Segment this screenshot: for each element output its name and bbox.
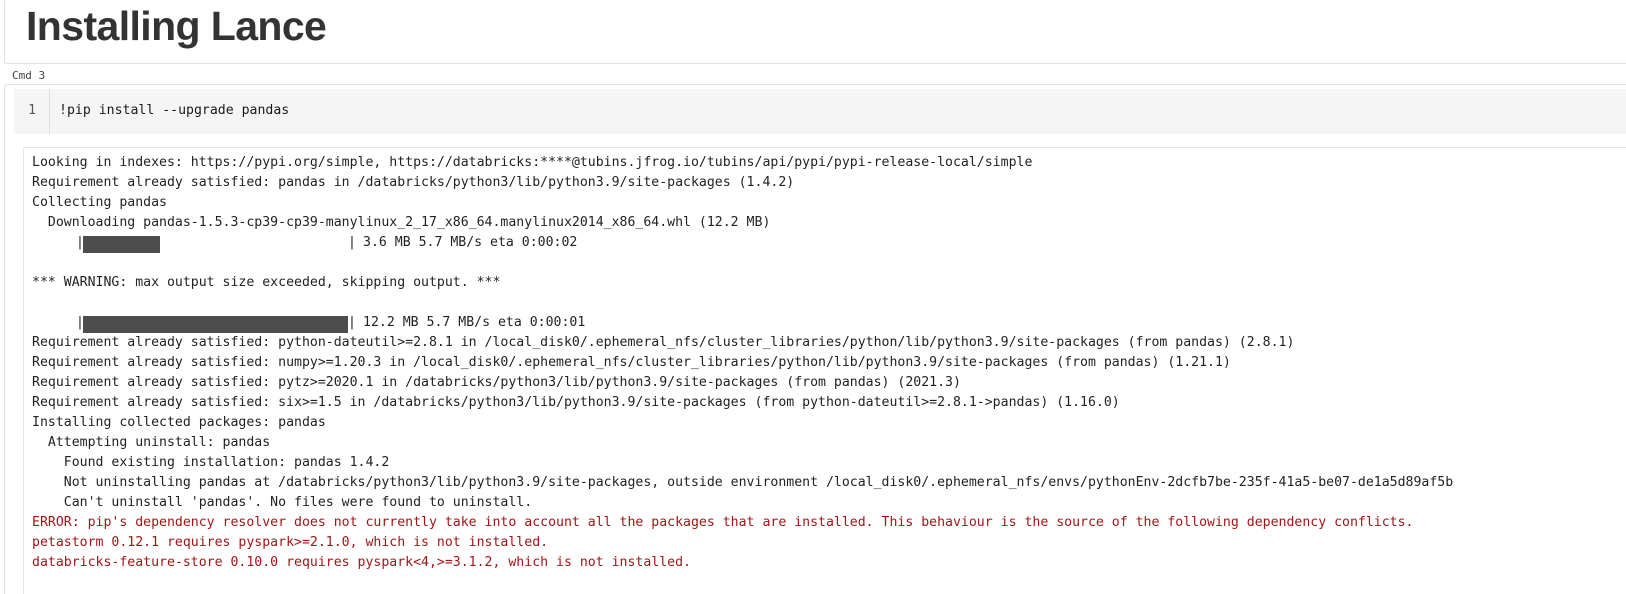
output-line: Attempting uninstall: pandas [32,435,271,450]
progress-bar-track [83,316,348,333]
output-error-line: databricks-feature-store 0.10.0 requires… [32,555,691,570]
output-line: Not uninstalling pandas at /databricks/p… [32,475,1454,490]
output-error-line: ERROR: pip's dependency resolver does no… [32,515,1414,530]
line-gutter: 1 [14,89,50,134]
output-line: Requirement already satisfied: pytz>=202… [32,375,961,390]
download-progress: | | 12.2 MB 5.7 MB/s eta 0:00:01 [32,315,585,333]
output-line: Found existing installation: pandas 1.4.… [32,455,390,470]
output-line: Requirement already satisfied: pandas in… [32,175,795,190]
progress-bar-track [83,236,348,253]
markdown-cell[interactable]: Installing Lance [4,0,1626,64]
markdown-heading: Installing Lance [26,3,327,49]
code-editor[interactable]: 1 !pip install --upgrade pandas [14,89,1626,134]
code-cell[interactable]: 1 !pip install --upgrade pandas Looking … [4,84,1626,594]
cell-output: Looking in indexes: https://pypi.org/sim… [23,147,1626,594]
output-line: Requirement already satisfied: six>=1.5 … [32,395,1120,410]
output-error-line: petastorm 0.12.1 requires pyspark>=2.1.0… [32,535,549,550]
output-line: Downloading pandas-1.5.3-cp39-cp39-manyl… [32,215,771,230]
progress-bar-fill [83,236,160,253]
progress-bar-end: | [348,235,356,250]
output-line: Collecting pandas [32,195,167,210]
download-progress: | | 3.6 MB 5.7 MB/s eta 0:00:02 [32,235,577,253]
progress-bar-fill [83,316,348,333]
output-line: Looking in indexes: https://pypi.org/sim… [32,155,1033,170]
output-line: Requirement already satisfied: python-da… [32,335,1295,350]
output-line: Can't uninstall 'pandas'. No files were … [32,495,533,510]
code-line[interactable]: !pip install --upgrade pandas [59,103,289,119]
progress-status: 3.6 MB 5.7 MB/s eta 0:00:02 [363,235,578,250]
progress-bar-end: | [348,315,356,330]
output-line: Requirement already satisfied: numpy>=1.… [32,355,1231,370]
progress-status: 12.2 MB 5.7 MB/s eta 0:00:01 [363,315,586,330]
command-label: Cmd 3 [12,69,46,82]
line-number: 1 [28,103,36,118]
output-line: Installing collected packages: pandas [32,415,326,430]
output-warning: *** WARNING: max output size exceeded, s… [32,275,501,290]
